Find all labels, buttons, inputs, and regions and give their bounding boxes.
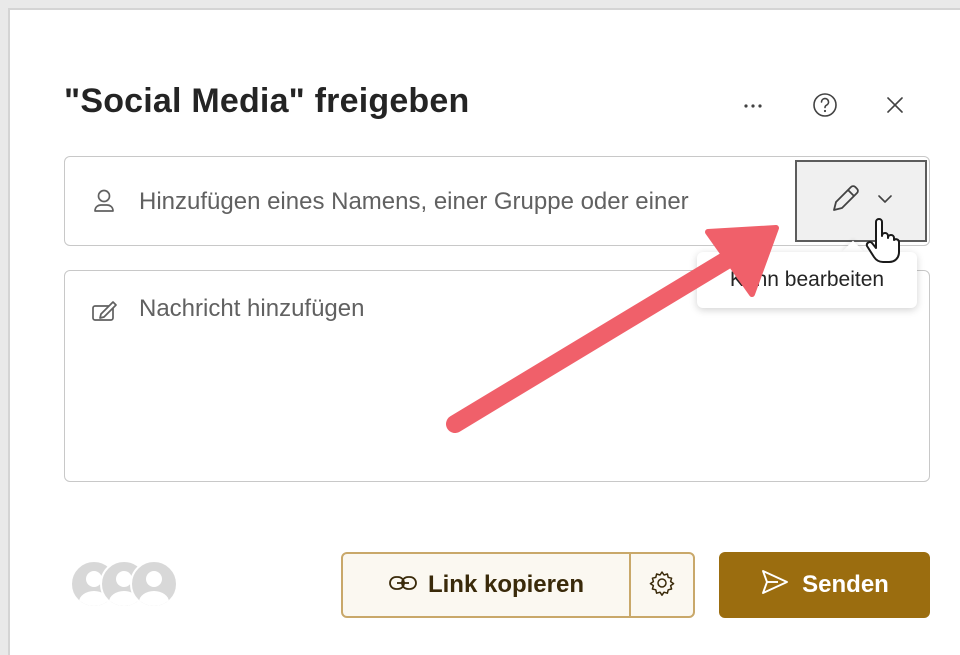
avatar-stack[interactable] [70,560,180,610]
send-label: Senden [802,571,889,598]
link-settings-button[interactable] [631,554,693,616]
people-picker [64,156,930,247]
share-dialog: "Social Media" freigeben Hinzufügen eine… [8,8,960,655]
send-icon [760,568,790,603]
message-input[interactable] [137,293,741,337]
chevron-down-icon [876,190,894,213]
compose-icon [91,299,119,328]
people-input[interactable] [137,157,791,247]
copy-link-group: Link kopieren [341,552,695,618]
hand-cursor-icon [864,218,902,271]
dialog-title: "Social Media" freigeben [64,82,470,120]
pencil-icon [828,182,862,221]
tooltip-text: Kann bearbeiten [729,268,885,291]
copy-link-label: Link kopieren [427,571,585,598]
link-icon [388,571,418,599]
gear-icon [648,569,676,602]
send-button[interactable]: Senden [719,552,930,618]
copy-link-button[interactable]: Link kopieren [343,554,629,616]
more-icon[interactable] [738,90,768,120]
person-icon [91,187,117,220]
avatar [130,560,178,608]
permission-dropdown-button[interactable] [795,160,927,242]
help-icon[interactable] [810,90,840,120]
close-icon[interactable] [880,90,910,120]
